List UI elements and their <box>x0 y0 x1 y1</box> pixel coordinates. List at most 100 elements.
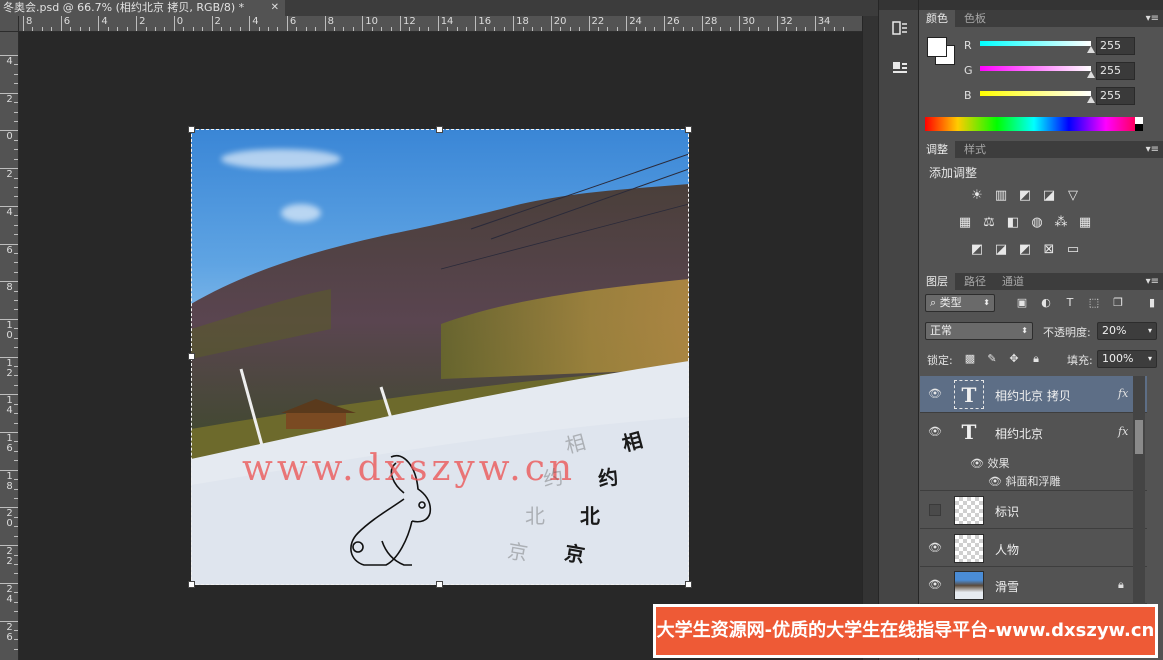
channel-g-thumb[interactable] <box>1087 71 1095 78</box>
posterize-icon[interactable]: ◪ <box>993 242 1009 258</box>
ruler-minor-tick <box>14 375 18 377</box>
layer-name[interactable]: 相约北京 <box>995 425 1043 442</box>
eye-icon[interactable]: 👁︎ <box>970 457 987 470</box>
transform-handle-top-right[interactable] <box>685 126 692 133</box>
layers-scrollbar-thumb[interactable] <box>1135 420 1143 454</box>
layer-name[interactable]: 相约北京 拷贝 <box>995 387 1071 404</box>
filter-smart-object-icon[interactable]: ❐ <box>1111 296 1125 310</box>
document-image[interactable] <box>191 129 689 585</box>
spectrum-black-chip[interactable] <box>1135 124 1143 131</box>
panel-menu-icon[interactable]: ▾≡ <box>1146 10 1159 27</box>
layer-name[interactable]: 人物 <box>995 541 1019 558</box>
filter-type-icon[interactable]: T <box>1063 296 1077 310</box>
eye-icon[interactable]: 👁︎ <box>928 426 942 438</box>
tab-channels[interactable]: 通道 <box>995 273 1031 290</box>
levels-icon[interactable]: ▥ <box>993 188 1009 204</box>
channel-r-value[interactable]: 255 <box>1096 37 1135 55</box>
filter-toggle-icon[interactable]: ▮ <box>1145 296 1159 310</box>
lock-image-icon[interactable]: ✎ <box>985 352 999 366</box>
eye-icon[interactable]: 👁︎ <box>988 475 1005 488</box>
layer-name[interactable]: 标识 <box>995 503 1019 520</box>
fx-icon[interactable]: fx <box>1118 425 1128 438</box>
channel-b-thumb[interactable] <box>1087 96 1095 103</box>
eye-icon[interactable]: 👁︎ <box>928 388 942 400</box>
color-balance-icon[interactable]: ⚖ <box>981 215 997 231</box>
channel-mixer-icon[interactable]: ⁂ <box>1053 215 1069 231</box>
channel-r-thumb[interactable] <box>1087 46 1095 53</box>
exposure-icon[interactable]: ◪ <box>1041 188 1057 204</box>
curves-icon[interactable]: ◩ <box>1017 188 1033 204</box>
threshold-icon[interactable]: ◩ <box>1017 242 1033 258</box>
brightness-icon[interactable]: ☀ <box>969 188 985 204</box>
layers-scrollbar[interactable] <box>1133 376 1145 606</box>
fx-icon[interactable]: fx <box>1118 387 1128 400</box>
blend-mode-select[interactable]: 正常 ⬍ <box>925 322 1033 340</box>
dock-header[interactable] <box>879 0 919 10</box>
lock-transparent-icon[interactable]: ▩ <box>963 352 977 366</box>
channel-g-value[interactable]: 255 <box>1096 62 1135 80</box>
ruler-minor-tick <box>682 27 684 31</box>
tab-layers[interactable]: 图层 <box>919 273 955 290</box>
eye-icon[interactable]: 👁︎ <box>928 579 942 591</box>
eye-icon[interactable]: 👁︎ <box>928 542 942 554</box>
channel-b-slider[interactable] <box>980 91 1091 96</box>
filter-adjustment-icon[interactable]: ◐ <box>1039 296 1053 310</box>
color-spectrum-bar[interactable] <box>925 117 1143 131</box>
tab-paths[interactable]: 路径 <box>957 273 993 290</box>
layer-name[interactable]: 滑雪 <box>995 578 1019 595</box>
invert-icon[interactable]: ◩ <box>969 242 985 258</box>
transform-handle-top-left[interactable] <box>188 126 195 133</box>
photo-filter-icon[interactable]: ◍ <box>1029 215 1045 231</box>
channel-g-slider[interactable] <box>980 66 1091 71</box>
tab-adjustments[interactable]: 调整 <box>919 141 955 158</box>
horizontal-ruler[interactable]: 8 6 4 2 0 2 4 6 8 10 12 14 16 18 20 22 24 26 28 30 32 34 <box>19 16 862 32</box>
hue-saturation-icon[interactable]: ▦ <box>957 215 973 231</box>
gradient-map-icon[interactable]: ⊠ <box>1041 242 1057 258</box>
document-tab[interactable]: 冬奥会.psd @ 66.7% (相约北京 拷贝, RGB/8) * ✕ <box>0 0 285 16</box>
lock-all-icon[interactable]: 🔒︎ <box>1029 352 1043 366</box>
tab-color[interactable]: 颜色 <box>919 10 955 27</box>
effects-row[interactable]: 👁︎ 效果 <box>970 455 1009 472</box>
layer-row-text-copy[interactable]: 👁︎ T 相约北京 拷贝 fx <box>920 376 1147 413</box>
channel-r-slider[interactable] <box>980 41 1091 46</box>
properties-icon[interactable] <box>883 58 916 86</box>
visibility-toggle-off[interactable] <box>929 504 941 516</box>
panel-menu-icon[interactable]: ▾≡ <box>1146 141 1159 158</box>
panel-menu-icon[interactable]: ▾≡ <box>1146 273 1159 290</box>
spectrum-white-chip[interactable] <box>1135 117 1143 124</box>
layer-filter-select[interactable]: ⌕ 类型 ⬍ <box>925 294 995 312</box>
selective-color-icon[interactable]: ▭ <box>1065 242 1081 258</box>
ruler-minor-tick <box>616 27 618 31</box>
transform-handle-top-middle[interactable] <box>436 126 443 133</box>
opacity-input[interactable]: 20% ▾ <box>1097 322 1157 340</box>
layer-row-text[interactable]: 👁︎ T 相约北京 fx 👁︎ 效果 👁︎ 斜面和浮雕 <box>920 414 1147 491</box>
filter-pixel-icon[interactable]: ▣ <box>1015 296 1029 310</box>
layer-row-person[interactable]: 👁︎ 人物 <box>920 530 1147 567</box>
channel-b-value[interactable]: 255 <box>1096 87 1135 105</box>
tab-styles[interactable]: 样式 <box>957 141 993 158</box>
history-icon[interactable] <box>883 18 916 46</box>
bevel-emboss-row[interactable]: 👁︎ 斜面和浮雕 <box>988 473 1060 490</box>
panel-collapse-bar[interactable] <box>919 0 1163 10</box>
ruler-origin[interactable] <box>0 16 19 32</box>
transform-handle-middle-left[interactable] <box>188 353 195 360</box>
vertical-ruler[interactable]: 4 2 0 2 4 6 8 1 0 1 2 1 4 1 6 1 8 2 0 2 2 2 4 2 6 <box>0 32 19 660</box>
transform-handle-bottom-right[interactable] <box>685 581 692 588</box>
vibrance-icon[interactable]: ▽ <box>1065 188 1081 204</box>
layer-row-logo[interactable]: 标识 <box>920 492 1147 529</box>
color-lookup-icon[interactable]: ▦ <box>1077 215 1093 231</box>
tab-swatches[interactable]: 色板 <box>957 10 993 27</box>
filter-shape-icon[interactable]: ⬚ <box>1087 296 1101 310</box>
fill-input[interactable]: 100% ▾ <box>1097 350 1157 368</box>
lock-position-icon[interactable]: ✥ <box>1007 352 1021 366</box>
transform-handle-bottom-middle[interactable] <box>436 581 443 588</box>
transform-handle-bottom-left[interactable] <box>188 581 195 588</box>
foreground-color-swatch[interactable] <box>927 37 947 57</box>
layer-row-skiing[interactable]: 👁︎ 滑雪 🔒︎ <box>920 567 1147 604</box>
close-icon[interactable]: ✕ <box>271 0 279 16</box>
canvas-vertical-scrollbar[interactable] <box>862 16 878 660</box>
ruler-minor-tick <box>14 158 18 160</box>
ruler-label: 2 0 <box>6 508 13 530</box>
layers-panel-tabs: 图层 路径 通道 ▾≡ <box>919 273 1163 290</box>
black-white-icon[interactable]: ◧ <box>1005 215 1021 231</box>
